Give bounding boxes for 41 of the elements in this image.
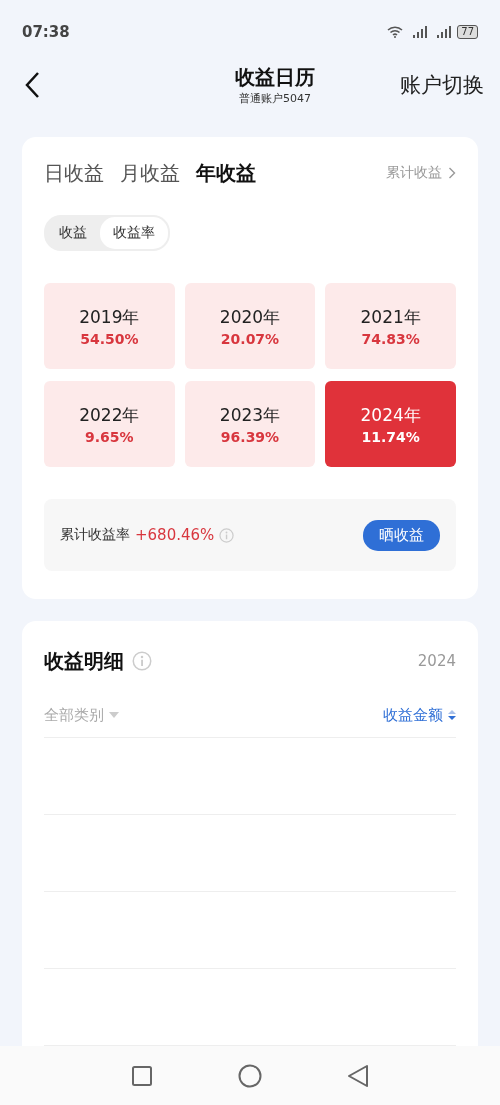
wifi-icon: [387, 25, 404, 38]
sort-icon: [448, 709, 456, 722]
year-label: 2022年: [79, 403, 140, 427]
tab[interactable]: 日收益: [44, 159, 104, 187]
yield-rate: 20.07%: [220, 330, 280, 347]
section-title: 收益明细: [44, 647, 124, 675]
share-button[interactable]: 晒收益: [363, 519, 440, 551]
year-label: 2021年: [360, 305, 421, 329]
switch-account-link[interactable]: 账户切换: [400, 71, 484, 100]
year-tile[interactable]: 2020年 20.07%: [184, 283, 316, 370]
page-title: 收益日历: [235, 64, 315, 92]
yield-rate: 54.50%: [80, 330, 139, 347]
caret-down-icon: [109, 712, 119, 719]
tab[interactable]: 年收益: [196, 159, 256, 187]
chevron-right-icon: [448, 167, 456, 180]
year-tile[interactable]: 2019年 54.50%: [44, 283, 175, 370]
year-label: 2024: [417, 652, 456, 671]
year-tile[interactable]: 2021年 74.83%: [325, 283, 456, 370]
year-label: 2019年: [79, 305, 140, 329]
yield-rate: 11.74%: [361, 428, 420, 445]
back-icon[interactable]: [24, 71, 40, 100]
yield-rate: 96.39%: [220, 428, 280, 445]
year-label: 2023年: [219, 403, 281, 427]
year-tile[interactable]: 2023年 96.39%: [184, 381, 316, 468]
recents-icon[interactable]: [131, 1064, 153, 1087]
sort-button[interactable]: 收益金额: [383, 705, 456, 725]
summary-value: +680.46%: [135, 526, 215, 545]
segment-tab[interactable]: 收益: [46, 217, 100, 250]
segment-tab[interactable]: 收益率: [100, 217, 168, 250]
year-tile[interactable]: 2024年 11.74%: [325, 381, 456, 468]
summary-label: 累计收益率: [60, 526, 130, 545]
year-tile[interactable]: 2022年 9.65%: [44, 381, 175, 468]
yield-rate: 74.83%: [361, 330, 420, 347]
status-time: 07:38: [22, 22, 70, 41]
year-label: 2024年: [360, 403, 421, 427]
yield-rate: 9.65%: [85, 428, 134, 445]
account-subtitle: 普通账户5047: [239, 91, 311, 107]
tab[interactable]: 月收益: [120, 159, 180, 187]
home-icon[interactable]: [238, 1063, 262, 1088]
battery-level: 77: [457, 24, 478, 39]
year-label: 2020年: [219, 305, 281, 329]
